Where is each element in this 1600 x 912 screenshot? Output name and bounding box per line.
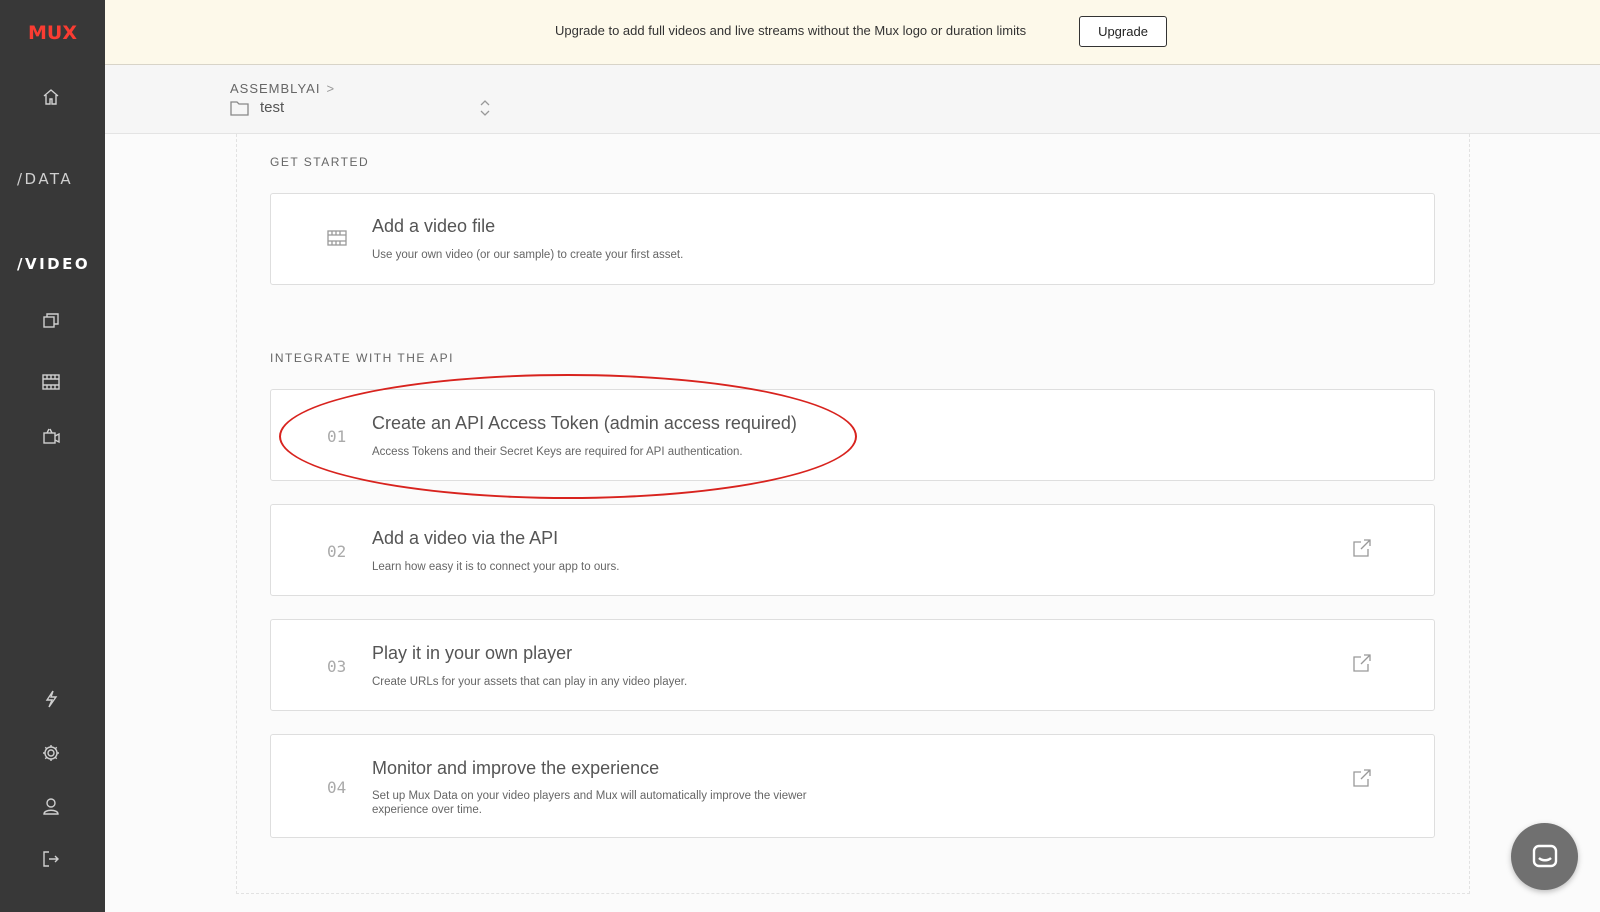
external-link-icon[interactable] (1351, 767, 1373, 789)
sidebar: MUX /DATA /VIDEO (0, 0, 105, 912)
chat-launcher-button[interactable] (1511, 823, 1578, 890)
environment-header: ASSEMBLYAI > test (105, 65, 1600, 134)
step-card-create-token[interactable]: 01 Create an API Access Token (admin acc… (270, 389, 1435, 481)
card-description: Use your own video (or our sample) to cr… (372, 249, 684, 261)
card-description: Access Tokens and their Secret Keys are … (372, 446, 743, 458)
get-started-heading: GET STARTED (270, 155, 370, 169)
home-icon[interactable] (38, 84, 64, 110)
folder-icon (230, 100, 249, 116)
live-stream-icon[interactable] (38, 423, 64, 449)
breadcrumb[interactable]: ASSEMBLYAI > (230, 81, 335, 96)
step-number: 01 (327, 427, 347, 446)
card-description: Set up Mux Data on your video players an… (372, 790, 807, 816)
add-video-file-card[interactable]: Add a video file Use your own video (or … (270, 193, 1435, 285)
upgrade-banner-text: Upgrade to add full videos and live stre… (555, 23, 1027, 38)
external-link-icon[interactable] (1351, 537, 1373, 559)
card-description: Learn how easy it is to connect your app… (372, 561, 620, 573)
mux-logo[interactable]: MUX (28, 22, 77, 44)
nav-video[interactable]: /VIDEO (17, 255, 90, 273)
film-icon (327, 228, 347, 253)
chevron-right-icon: > (326, 81, 336, 96)
card-title: Play it in your own player (372, 643, 573, 663)
chat-icon (1532, 844, 1557, 867)
step-card-add-video-api[interactable]: 02 Add a video via the API Learn how eas… (270, 504, 1435, 596)
breadcrumb-org[interactable]: ASSEMBLYAI (230, 81, 320, 96)
environment-name[interactable]: test (260, 99, 284, 116)
card-title: Create an API Access Token (admin access… (372, 413, 797, 433)
step-number: 03 (327, 657, 347, 676)
environment-selector[interactable]: test (230, 99, 284, 116)
gear-icon[interactable] (38, 740, 64, 766)
card-description: Create URLs for your assets that can pla… (372, 676, 688, 688)
upgrade-button[interactable]: Upgrade (1079, 16, 1167, 47)
nav-data[interactable]: /DATA (17, 170, 73, 188)
step-card-monitor[interactable]: 04 Monitor and improve the experience Se… (270, 734, 1435, 838)
step-number: 02 (327, 542, 347, 561)
user-icon[interactable] (38, 793, 64, 819)
assets-icon[interactable] (38, 308, 64, 334)
upgrade-banner: Upgrade to add full videos and live stre… (105, 0, 1600, 65)
step-card-play-player[interactable]: 03 Play it in your own player Create URL… (270, 619, 1435, 711)
card-title: Add a video file (372, 216, 496, 236)
chevron-updown-icon[interactable] (478, 98, 492, 118)
external-link-icon[interactable] (1351, 652, 1373, 674)
step-number: 04 (327, 778, 347, 797)
integrate-api-heading: INTEGRATE WITH THE API (270, 351, 454, 365)
card-title: Monitor and improve the experience (372, 758, 660, 778)
video-film-icon[interactable] (38, 369, 64, 395)
logout-icon[interactable] (38, 846, 64, 872)
card-title: Add a video via the API (372, 528, 559, 548)
lightning-icon[interactable] (38, 686, 64, 712)
